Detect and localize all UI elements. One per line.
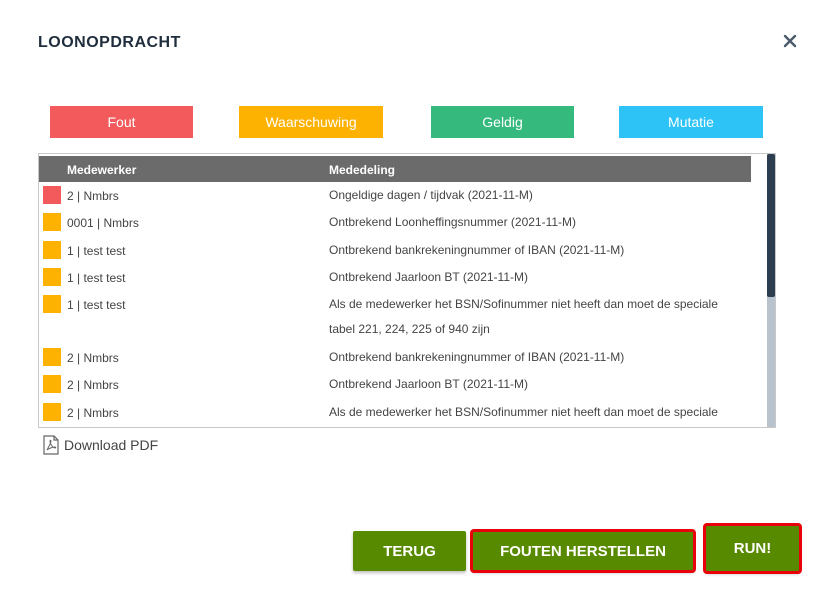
status-waarschuwing-indicator	[43, 403, 61, 421]
status-waarschuwing-indicator	[43, 213, 61, 231]
pdf-icon	[43, 435, 59, 455]
legend-fout: Fout	[50, 106, 193, 138]
row-medewerker: 1 | test test	[67, 244, 126, 258]
dialog-title: LOONOPDRACHT	[38, 34, 181, 51]
close-button[interactable]	[780, 30, 800, 52]
scrollbar-thumb[interactable]	[767, 154, 775, 297]
fouten-herstellen-button[interactable]: FOUTEN HERSTELLEN	[470, 529, 696, 573]
run-button-label[interactable]: RUN!	[734, 540, 772, 557]
status-waarschuwing-indicator	[43, 348, 61, 366]
status-waarschuwing-indicator	[43, 295, 61, 313]
row-mededeling: Ontbrekend bankrekeningnummer of IBAN (2…	[329, 243, 625, 257]
legend-waarschuwing: Waarschuwing	[239, 106, 383, 138]
legend-geldig: Geldig	[431, 106, 574, 138]
row-mededeling: Ontbrekend bankrekeningnummer of IBAN (2…	[329, 350, 625, 364]
row-mededeling: Als de medewerker het BSN/Sofinummer nie…	[329, 405, 718, 419]
download-pdf-link[interactable]: Download PDF	[42, 435, 158, 455]
header-mededeling: Mededeling	[329, 163, 396, 177]
row-medewerker: 2 | Nmbrs	[67, 189, 119, 203]
status-fout-indicator	[43, 186, 61, 204]
row-medewerker: 0001 | Nmbrs	[67, 216, 139, 230]
row-mededeling: Ongeldige dagen / tijdvak (2021-11-M)	[329, 188, 533, 202]
row-mededeling: Ontbrekend Jaarloon BT (2021-11-M)	[329, 377, 528, 391]
row-medewerker: 2 | Nmbrs	[67, 406, 119, 420]
header-medewerker: Medewerker	[67, 163, 137, 177]
messages-table: Medewerker Mededeling 2 | Nmbrs Ongeldig…	[38, 153, 776, 428]
download-pdf-label[interactable]: Download PDF	[64, 437, 158, 453]
status-waarschuwing-indicator	[43, 241, 61, 259]
run-button[interactable]: RUN!	[703, 523, 802, 574]
table-scrollbar[interactable]	[767, 154, 775, 427]
row-medewerker: 2 | Nmbrs	[67, 351, 119, 365]
table-header: Medewerker Mededeling	[39, 156, 751, 182]
row-mededeling: Ontbrekend Jaarloon BT (2021-11-M)	[329, 270, 528, 284]
close-icon[interactable]	[783, 34, 797, 48]
terug-button-label[interactable]: TERUG	[383, 543, 436, 560]
row-mededeling: Als de medewerker het BSN/Sofinummer nie…	[329, 297, 718, 336]
status-waarschuwing-indicator	[43, 268, 61, 286]
legend-mutatie: Mutatie	[619, 106, 763, 138]
row-medewerker: 1 | test test	[67, 271, 126, 285]
fouten-herstellen-button-label[interactable]: FOUTEN HERSTELLEN	[500, 543, 666, 560]
row-mededeling: Ontbrekend Loonheffingsnummer (2021-11-M…	[329, 215, 577, 229]
status-waarschuwing-indicator	[43, 375, 61, 393]
row-medewerker: 1 | test test	[67, 298, 126, 312]
row-medewerker: 2 | Nmbrs	[67, 378, 119, 392]
terug-button[interactable]: TERUG	[353, 531, 466, 571]
